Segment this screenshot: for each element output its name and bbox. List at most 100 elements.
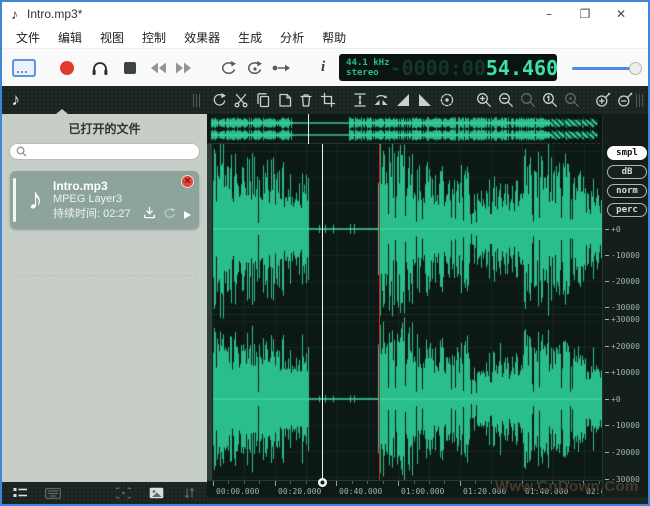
ruler-minor-tick [383, 481, 384, 484]
sort-button[interactable] [180, 485, 198, 501]
search-input[interactable] [31, 146, 193, 157]
file-selected-indicator [13, 178, 16, 222]
record-button[interactable] [60, 55, 74, 81]
zoom-all-button[interactable] [561, 88, 583, 112]
close-button[interactable]: ✕ [603, 4, 639, 24]
info-icon: i [321, 59, 325, 76]
loop-dim-icon [163, 207, 177, 219]
keyboard-view-button[interactable] [44, 485, 62, 501]
waveform-overview[interactable] [207, 114, 602, 144]
trim-button[interactable] [317, 88, 339, 112]
delete-button[interactable] [295, 88, 317, 112]
files-panel-tab[interactable]: ♪ [2, 86, 29, 114]
waveform-panel: 00:00.00000:20.00000:40.00001:00.00001:2… [207, 114, 648, 504]
menu-analyze[interactable]: 分析 [271, 29, 313, 46]
selection-mode-button[interactable] [12, 55, 36, 81]
ruler-major-tick [213, 481, 214, 486]
loop-selection-button[interactable] [246, 55, 264, 81]
ruler-minor-tick [306, 481, 307, 484]
file-name: Intro.mp3 [53, 179, 191, 193]
play-from-cursor-button[interactable] [272, 55, 291, 81]
file-save-button[interactable] [143, 206, 156, 224]
toolbar-drag-handle-right[interactable] [636, 94, 644, 107]
file-loop-button[interactable] [163, 206, 177, 224]
rewind-icon [150, 61, 167, 75]
stop-button[interactable] [124, 55, 136, 81]
scale-mode-norm[interactable]: norm [607, 184, 647, 198]
menu-help[interactable]: 帮助 [313, 29, 355, 46]
file-close-button[interactable]: × [181, 175, 194, 188]
play-button[interactable] [90, 55, 110, 81]
menu-generate[interactable]: 生成 [229, 29, 271, 46]
playhead-line[interactable] [322, 144, 323, 482]
bottom-filler [207, 497, 648, 504]
save-icon [143, 206, 156, 219]
menu-file[interactable]: 文件 [7, 29, 49, 46]
amplitude-button[interactable] [349, 88, 371, 112]
reverse-button[interactable] [370, 88, 392, 112]
maximize-button[interactable]: ❐ [567, 4, 603, 24]
time-display-value: 54.460 [486, 56, 557, 80]
zoom-selection-button[interactable] [517, 88, 539, 112]
zoom-out-button[interactable] [495, 88, 517, 112]
vertical-zoom-in-button[interactable] [592, 88, 614, 112]
file-play-button[interactable] [184, 211, 191, 219]
ruler-major-tick [398, 481, 399, 486]
loop-region-button[interactable] [114, 485, 132, 501]
toolbar-drag-handle[interactable] [193, 94, 201, 107]
ruler-tick-label: 00:20.000 [278, 487, 321, 496]
ruler-minor-tick [228, 481, 229, 484]
skip-forward-button[interactable] [175, 55, 192, 81]
file-item[interactable]: ♪ Intro.mp3 MPEG Layer3 持续时间: 02:27 × [10, 171, 199, 229]
time-display-dim-digits: -0000:00 [390, 56, 486, 80]
undo-button[interactable] [208, 88, 230, 112]
scale-mode-perc[interactable]: perc [607, 203, 647, 217]
volume-slider[interactable] [572, 61, 640, 75]
playhead-knob[interactable] [318, 478, 327, 487]
volume-slider-knob[interactable] [629, 62, 642, 75]
loudness-button[interactable] [436, 88, 458, 112]
menu-effects[interactable]: 效果器 [175, 29, 229, 46]
list-view-button[interactable] [11, 485, 29, 501]
skip-back-button[interactable] [150, 55, 167, 81]
record-icon [60, 61, 74, 75]
menu-control[interactable]: 控制 [133, 29, 175, 46]
menu-edit[interactable]: 编辑 [49, 29, 91, 46]
file-search-box[interactable] [9, 143, 200, 160]
overview-offscreen-region [550, 114, 602, 144]
ruler-minor-tick [444, 481, 445, 484]
overview-waveform[interactable] [207, 114, 602, 144]
fade-in-button[interactable] [392, 88, 414, 112]
copy-button[interactable] [252, 88, 274, 112]
ruler-minor-tick [367, 481, 368, 484]
zoom-in-button[interactable] [473, 88, 495, 112]
scale-mode-db[interactable]: dB [607, 165, 647, 179]
loop-icon [220, 60, 238, 76]
waveform-view[interactable] [207, 144, 602, 480]
ruler-tick-label: 00:40.000 [339, 487, 382, 496]
amplitude-scale-label: +0 [605, 395, 621, 404]
info-button[interactable]: i [321, 55, 325, 81]
amplitude-scale-label: -20000 [605, 277, 640, 286]
vertical-scroll-strip[interactable] [207, 144, 212, 480]
amplitude-scale-label: -30000 [605, 303, 640, 312]
vertical-zoom-out-button[interactable] [614, 88, 636, 112]
time-display[interactable]: 44.1 kHz stereo -0000:0054.460 [339, 54, 557, 81]
menubar: 文件 编辑 视图 控制 效果器 生成 分析 帮助 [2, 26, 648, 48]
menu-view[interactable]: 视图 [91, 29, 133, 46]
fade-out-button[interactable] [414, 88, 436, 112]
loop-button[interactable] [220, 55, 238, 81]
zoom-one-to-one-button[interactable] [539, 88, 561, 112]
sidebar-pointer [56, 109, 68, 114]
thumbnail-view-button[interactable] [147, 485, 165, 501]
cut-button[interactable] [230, 88, 252, 112]
ruler-minor-tick [352, 481, 353, 484]
edit-toolbar: ♪ [2, 86, 648, 114]
overview-cursor[interactable] [308, 114, 309, 144]
ruler-major-tick [336, 481, 337, 486]
ruler-minor-tick [491, 481, 492, 484]
paste-button[interactable] [274, 88, 296, 112]
minimize-button[interactable]: – [531, 4, 567, 24]
sidebar-separator [12, 275, 197, 276]
scale-mode-smpl[interactable]: smpl [607, 146, 647, 160]
